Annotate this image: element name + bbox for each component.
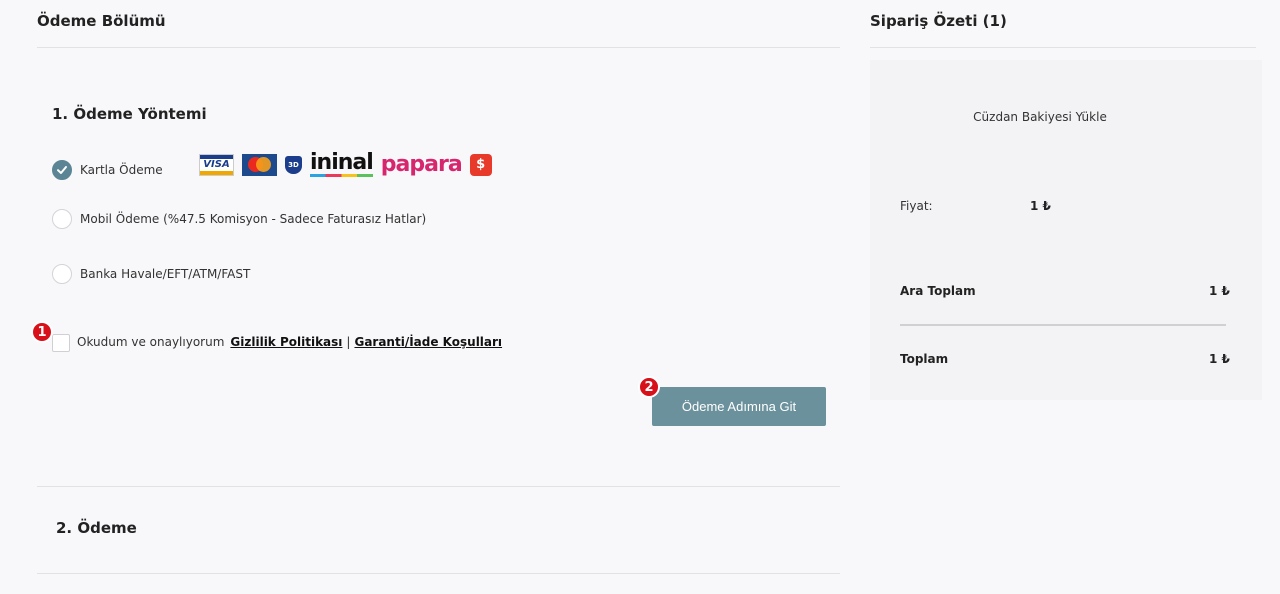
price-value: 1 ₺	[1030, 199, 1051, 213]
payment-method-label: Kartla Ödeme	[80, 163, 163, 177]
red-payment-logo-icon: $	[469, 153, 492, 176]
go-to-payment-button[interactable]: Ödeme Adımına Git	[652, 387, 826, 426]
privacy-policy-link[interactable]: Gizlilik Politikası	[230, 335, 342, 349]
consent-text: Okudum ve onaylıyorum Gizlilik Politikas…	[77, 335, 502, 349]
payment-method-label: Banka Havale/EFT/ATM/FAST	[80, 267, 251, 281]
price-label: Fiyat:	[900, 199, 933, 213]
link-separator: |	[346, 335, 351, 349]
payment-logos: VISA 3D ininal papara $	[199, 152, 492, 177]
payment-method-label: Mobil Ödeme (%47.5 Komisyon - Sadece Fat…	[80, 212, 427, 226]
visa-logo-icon: VISA	[199, 153, 234, 176]
mastercard-logo-icon	[242, 153, 277, 176]
3d-secure-logo-icon: 3D	[285, 155, 302, 174]
radio-unchecked-icon[interactable]	[52, 209, 72, 229]
total-label: Toplam	[900, 352, 949, 366]
radio-checked-icon[interactable]	[52, 160, 72, 180]
subtotal-value: 1 ₺	[1209, 284, 1230, 298]
step-payment-title[interactable]: 2. Ödeme	[56, 519, 137, 537]
divider	[37, 573, 840, 574]
consent-label: Okudum ve onaylıyorum	[77, 335, 225, 349]
divider	[37, 47, 840, 48]
payment-method-card[interactable]: Kartla Ödeme	[52, 160, 163, 180]
ininal-logo-icon: ininal	[310, 150, 374, 177]
order-summary-title: Sipariş Özeti (1)	[870, 12, 1007, 30]
consent-checkbox[interactable]	[52, 334, 70, 352]
radio-unchecked-icon[interactable]	[52, 264, 72, 284]
papara-logo-icon: papara	[380, 151, 463, 177]
summary-item-name: Cüzdan Bakiyesi Yükle	[973, 110, 1107, 124]
payment-section-title: Ödeme Bölümü	[37, 12, 166, 30]
divider	[37, 486, 840, 487]
total-value: 1 ₺	[1209, 352, 1230, 366]
divider	[870, 47, 1256, 48]
warranty-return-link[interactable]: Garanti/İade Koşulları	[354, 335, 502, 349]
payment-method-mobile[interactable]: Mobil Ödeme (%47.5 Komisyon - Sadece Fat…	[52, 209, 426, 229]
subtotal-label: Ara Toplam	[900, 284, 976, 298]
payment-method-bank-transfer[interactable]: Banka Havale/EFT/ATM/FAST	[52, 264, 250, 284]
step-marker-2: 2	[638, 376, 660, 398]
step-payment-method-title: 1. Ödeme Yöntemi	[52, 105, 207, 123]
summary-divider	[900, 324, 1226, 326]
step-marker-1: 1	[31, 321, 53, 343]
